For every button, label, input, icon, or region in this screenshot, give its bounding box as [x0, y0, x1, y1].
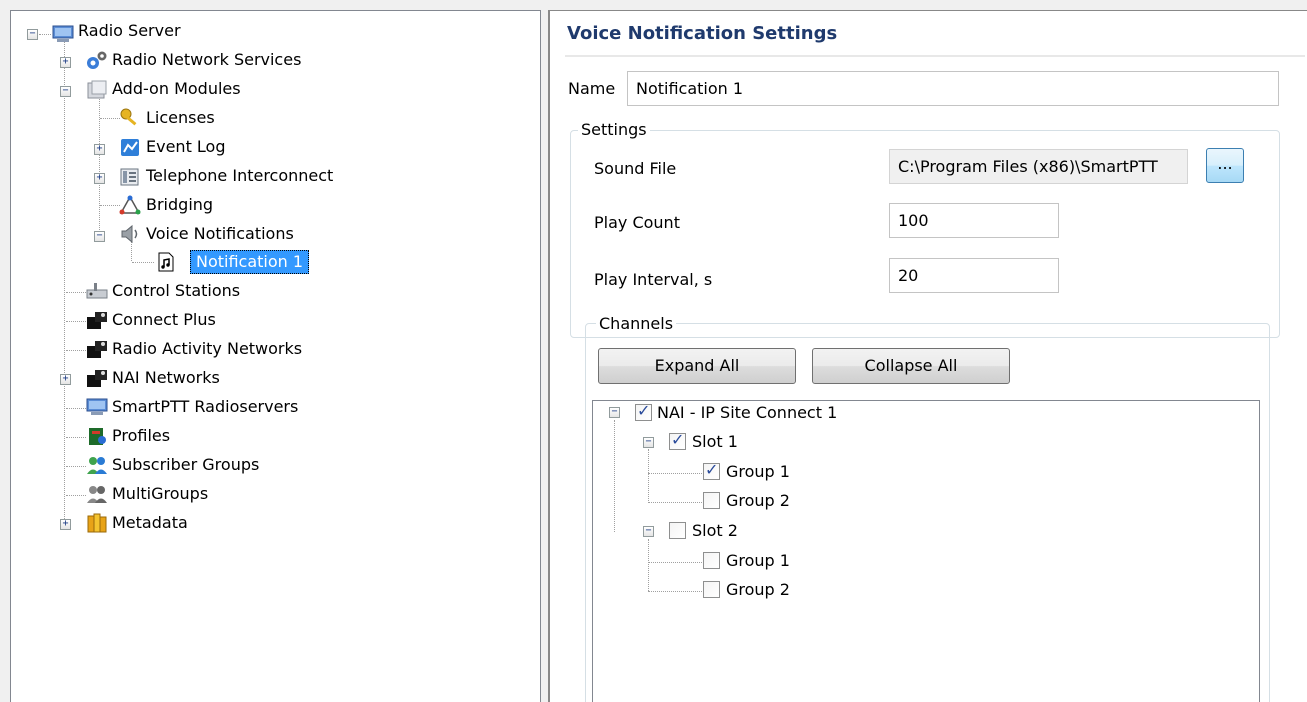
tree-connector — [132, 262, 154, 263]
expand-toggle[interactable]: + — [60, 57, 71, 68]
tree-item-metadata[interactable]: Metadata — [112, 512, 188, 534]
multigroups-icon — [87, 486, 107, 503]
sound-file-field[interactable]: C:\Program Files (x86)\SmartPTT — [889, 149, 1188, 184]
bridging-icon — [119, 195, 141, 215]
tree-item-event-log[interactable]: Event Log — [146, 136, 226, 158]
page-title: Voice Notification Settings — [567, 23, 838, 44]
tree-connector — [100, 205, 120, 206]
tree-item-radio-network-services[interactable]: Radio Network Services — [112, 49, 301, 71]
tree-connector — [64, 41, 65, 529]
tree-connector — [66, 292, 86, 293]
sound-file-icon — [158, 252, 174, 272]
speaker-icon — [121, 224, 138, 244]
key-icon — [120, 108, 137, 126]
collapse-toggle[interactable]: − — [643, 526, 654, 537]
expand-all-button[interactable]: Expand All — [598, 348, 796, 384]
slot-2-group-1-checkbox[interactable] — [703, 552, 720, 569]
slot-1-group-1-checkbox[interactable] — [703, 460, 720, 480]
browse-button[interactable]: ... — [1206, 148, 1244, 183]
collapse-all-button[interactable]: Collapse All — [812, 348, 1010, 384]
gear-network-icon — [87, 51, 107, 69]
metadata-books-icon — [87, 513, 107, 533]
channel-network-label: NAI - IP Site Connect 1 — [657, 403, 838, 422]
slot-1-group-2-checkbox[interactable] — [703, 492, 720, 509]
name-label: Name — [568, 79, 616, 98]
channels-legend: Channels — [596, 314, 677, 333]
tree-connector — [100, 118, 120, 119]
expand-toggle[interactable]: + — [60, 374, 71, 385]
expand-toggle[interactable]: + — [94, 173, 105, 184]
users-group-icon — [87, 457, 107, 474]
tree-item-licenses[interactable]: Licenses — [146, 107, 215, 129]
play-interval-field[interactable]: 20 — [889, 258, 1059, 293]
slot-1-checkbox[interactable] — [669, 430, 686, 450]
tree-item-radio-server[interactable]: Radio Server — [78, 20, 181, 42]
collapse-toggle[interactable]: − — [27, 29, 38, 40]
tree-item-connect-plus[interactable]: Connect Plus — [112, 309, 216, 331]
server-monitor-icon — [52, 25, 74, 42]
network-devices-icon — [87, 312, 107, 329]
network-devices-icon — [87, 341, 107, 358]
network-devices-icon — [87, 370, 107, 387]
collapse-toggle[interactable]: − — [643, 437, 654, 448]
slot-2-group-1-label: Group 1 — [726, 551, 790, 570]
tree-connector — [648, 449, 649, 501]
tree-item-notification-1[interactable]: Notification 1 — [190, 250, 310, 274]
tree-connector — [66, 466, 86, 467]
slot-1-group-1-label: Group 1 — [726, 462, 790, 481]
telephone-icon — [120, 168, 139, 186]
expand-toggle[interactable]: + — [60, 519, 71, 530]
tree-item-control-stations[interactable]: Control Stations — [112, 280, 240, 302]
tree-item-subscriber-groups[interactable]: Subscriber Groups — [112, 454, 259, 476]
navigation-tree[interactable]: − Radio Server + Radio Network Services … — [10, 10, 541, 702]
tree-connector — [648, 502, 702, 503]
tree-connector — [648, 539, 649, 591]
settings-panel: Voice Notification Settings Name Notific… — [548, 10, 1307, 702]
play-count-field[interactable]: 100 — [889, 203, 1059, 238]
tree-item-profiles[interactable]: Profiles — [112, 425, 170, 447]
collapse-toggle[interactable]: − — [609, 407, 620, 418]
tree-connector — [66, 408, 86, 409]
tree-item-smartptt-radioservers[interactable]: SmartPTT Radioservers — [112, 396, 298, 418]
tree-item-multigroups[interactable]: MultiGroups — [112, 483, 208, 505]
title-divider — [565, 55, 1305, 57]
tree-item-telephone-interconnect[interactable]: Telephone Interconnect — [146, 165, 333, 187]
channel-checkbox[interactable] — [635, 401, 652, 421]
play-count-label: Play Count — [594, 213, 680, 232]
event-log-icon — [121, 139, 139, 156]
slot-2-group-2-label: Group 2 — [726, 580, 790, 599]
slot-2-group-2-checkbox[interactable] — [703, 581, 720, 598]
expand-toggle[interactable]: + — [94, 144, 105, 155]
slot-1-group-2-label: Group 2 — [726, 491, 790, 510]
slot-2-checkbox[interactable] — [669, 522, 686, 539]
sound-file-label: Sound File — [594, 159, 677, 178]
collapse-toggle[interactable]: − — [60, 86, 71, 97]
slot-2-label: Slot 2 — [692, 521, 738, 540]
tree-item-add-on-modules[interactable]: Add-on Modules — [112, 78, 241, 100]
tree-connector — [614, 420, 615, 532]
tree-connector — [66, 321, 86, 322]
tree-item-radio-activity-networks[interactable]: Radio Activity Networks — [112, 338, 302, 360]
play-interval-label: Play Interval, s — [594, 270, 713, 289]
control-station-icon — [86, 283, 108, 299]
tree-connector — [648, 473, 702, 474]
collapse-toggle[interactable]: − — [94, 231, 105, 242]
tree-connector — [66, 437, 86, 438]
tree-item-bridging[interactable]: Bridging — [146, 194, 213, 216]
modules-box-icon — [87, 80, 107, 99]
server-monitor-icon — [86, 398, 108, 415]
tree-item-nai-networks[interactable]: NAI Networks — [112, 367, 220, 389]
tree-connector — [66, 495, 86, 496]
name-field[interactable]: Notification 1 — [627, 71, 1279, 106]
tree-connector — [66, 350, 86, 351]
profiles-icon — [89, 428, 106, 445]
settings-legend: Settings — [578, 120, 650, 139]
slot-1-label: Slot 1 — [692, 432, 738, 451]
tree-connector — [648, 591, 702, 592]
tree-connector — [648, 562, 702, 563]
tree-item-voice-notifications[interactable]: Voice Notifications — [146, 223, 294, 245]
tree-connector — [39, 34, 51, 35]
